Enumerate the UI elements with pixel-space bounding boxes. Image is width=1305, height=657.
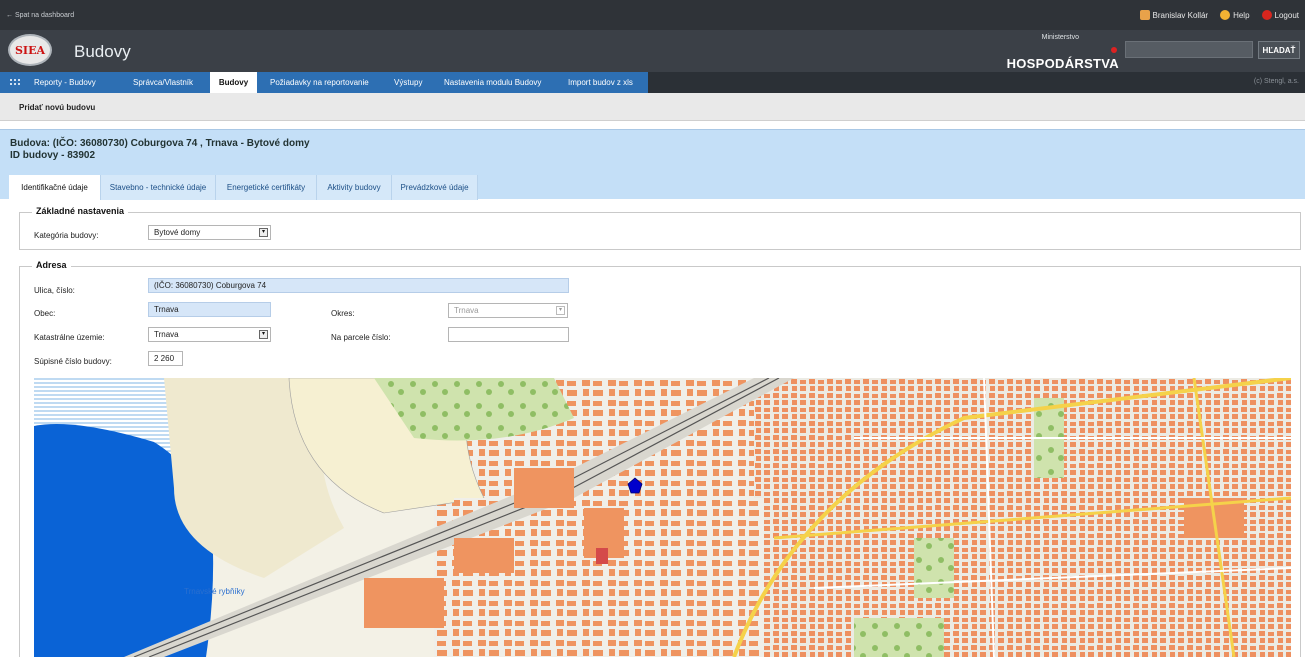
user-menu[interactable]: Branislav Kollár — [1139, 10, 1209, 20]
nav-item-budovy[interactable]: Budovy — [210, 72, 257, 94]
basic-settings-legend: Základné nastavenia — [32, 206, 129, 216]
cadastre-value: Trnava — [154, 330, 179, 339]
map-park-block — [914, 538, 954, 598]
address-legend: Adresa — [32, 260, 71, 270]
logo-text: SIEA — [14, 43, 45, 57]
app-header: SIEA Budovy Ministerstvo HOSPODÁRSTVA SL… — [0, 30, 1305, 76]
map-building — [454, 538, 514, 573]
power-icon — [1261, 10, 1272, 20]
map-building — [364, 578, 444, 628]
building-title: Budova: (IČO: 36080730) Coburgova 74 , T… — [10, 138, 310, 149]
add-building-button[interactable]: Pridať novú budovu — [19, 103, 95, 112]
chevron-down-icon: ▾ — [259, 330, 268, 339]
siea-logo[interactable]: SIEA — [8, 34, 52, 66]
nav-item-spravca[interactable]: Správca/Vlastník — [133, 72, 193, 93]
tab-stavebno-technicke[interactable]: Stavebno - technické údaje — [101, 175, 216, 200]
nav-item-vystupy[interactable]: Výstupy — [394, 72, 422, 93]
ministry-line1: Ministerstvo — [1041, 34, 1079, 41]
copyright-text: (c) Stengl, a.s. — [1253, 78, 1299, 85]
back-to-dashboard-link[interactable]: ← Spat na dashboard — [6, 12, 74, 19]
parcel-label: Na parcele číslo: — [331, 333, 391, 342]
flag-icon — [1111, 46, 1117, 53]
top-bar: ← Spat na dashboard Branislav Kollár Hel… — [0, 0, 1305, 30]
lake-label: Trnavské rybňíky — [184, 587, 245, 596]
user-name: Branislav Kollár — [1152, 10, 1209, 20]
nav-item-nastavenia[interactable]: Nastavenia modulu Budovy — [444, 72, 541, 93]
registry-number-input[interactable]: 2 260 — [148, 351, 183, 366]
town-label: Obec: — [34, 309, 56, 318]
tab-prevadzkove[interactable]: Prevádzkové údaje — [392, 175, 478, 200]
map-park-south — [854, 618, 944, 657]
ministry-line2: HOSPODÁRSTVA — [1006, 56, 1119, 71]
location-map[interactable]: Trnavské rybňíky — [34, 378, 1291, 657]
parcel-input[interactable] — [448, 327, 569, 342]
tab-aktivity[interactable]: Aktivity budovy — [317, 175, 392, 200]
main-nav: Reporty - Budovy Správca/Vlastník Budovy… — [0, 72, 1305, 94]
tab-energeticke[interactable]: Energetické certifikáty — [216, 175, 317, 200]
help-link[interactable]: Help — [1220, 10, 1250, 20]
district-label: Okres: — [331, 309, 355, 318]
apps-grid-icon[interactable] — [10, 79, 20, 87]
tab-identifikacne[interactable]: Identifikačné údaje — [9, 175, 101, 200]
help-label: Help — [1233, 10, 1250, 20]
logout-link[interactable]: Logout — [1261, 10, 1299, 20]
building-id: ID budovy - 83902 — [10, 150, 96, 161]
chevron-down-icon: ▾ — [556, 306, 565, 315]
building-title-block: Budova: (IČO: 36080730) Coburgova 74 , T… — [10, 138, 310, 162]
category-value: Bytové domy — [154, 228, 201, 237]
building-header-panel: Budova: (IČO: 36080730) Coburgova 74 , T… — [0, 129, 1305, 200]
district-select[interactable]: Trnava ▾ — [448, 303, 568, 318]
district-value: Trnava — [454, 306, 479, 315]
nav-item-reporty[interactable]: Reporty - Budovy — [34, 72, 96, 93]
cadastre-select[interactable]: Trnava ▾ — [148, 327, 271, 342]
chevron-down-icon: ▾ — [259, 228, 268, 237]
search-button[interactable]: HĽADAŤ — [1258, 41, 1300, 59]
ministry-line2-wrap: HOSPODÁRSTVA — [1003, 41, 1119, 71]
registry-number-label: Súpisné číslo budovy: — [34, 357, 112, 366]
nav-item-import[interactable]: Import budov z xls — [568, 72, 633, 93]
ministry-logo: Ministerstvo HOSPODÁRSTVA SLOVENSKEJ REP… — [1003, 34, 1119, 76]
town-input[interactable]: Trnava — [148, 302, 271, 317]
help-icon — [1220, 10, 1231, 20]
map-building-red — [596, 548, 608, 564]
app-title: Budovy — [74, 42, 131, 61]
sub-toolbar: Pridať novú budovu — [0, 93, 1305, 121]
user-icon — [1139, 10, 1150, 20]
cadastre-label: Katastrálne územie: — [34, 333, 105, 342]
search-input[interactable] — [1125, 41, 1253, 58]
category-label: Kategória budovy: — [34, 231, 99, 240]
street-label: Ulica, číslo: — [34, 286, 75, 295]
map-building — [514, 468, 574, 508]
user-area: Branislav Kollár Help Logout — [1139, 10, 1299, 20]
logout-label: Logout — [1274, 10, 1299, 20]
basic-settings-fieldset: Základné nastavenia Kategória budovy: By… — [19, 206, 1301, 250]
category-select[interactable]: Bytové domy ▾ — [148, 225, 271, 240]
nav-item-poziadavky[interactable]: Požiadavky na reportovanie — [270, 72, 369, 93]
street-input[interactable]: (IČO: 36080730) Coburgova 74 — [148, 278, 569, 293]
